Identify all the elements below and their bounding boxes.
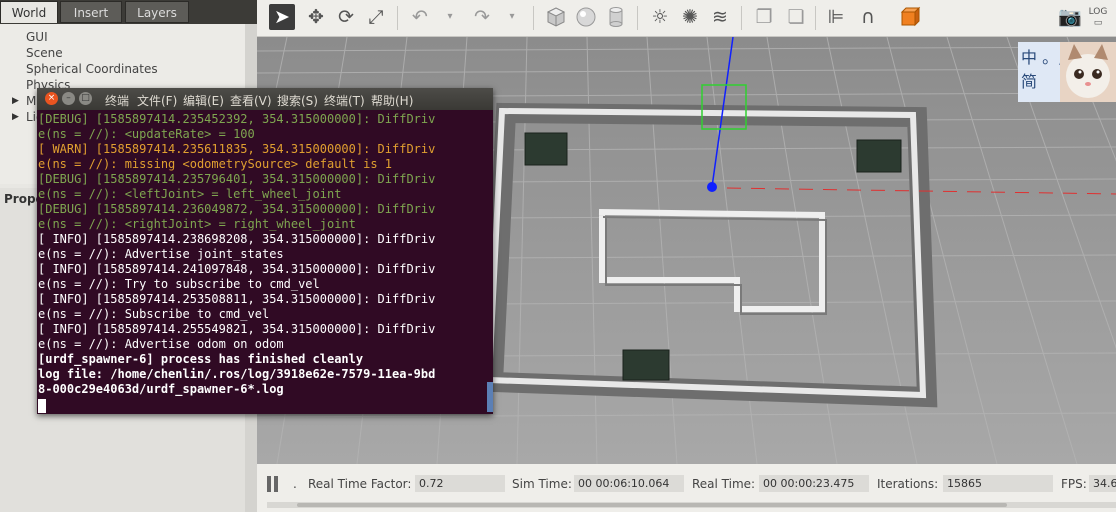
maximize-icon[interactable]: □: [79, 92, 92, 105]
expand-arrow-icon[interactable]: ▶: [12, 96, 19, 106]
terminal-line: [DEBUG] [1585897414.235452392, 354.31500…: [38, 112, 436, 126]
step-label[interactable]: .: [293, 477, 297, 491]
snap-magnet-icon[interactable]: ∩: [855, 4, 881, 30]
terminal-line: log file: /home/chenlin/.ros/log/3918e62…: [38, 367, 436, 381]
sun-light-icon[interactable]: ☼: [647, 4, 673, 30]
terminal-line: e(ns = //): <leftJoint> = left_wheel_joi…: [38, 187, 342, 201]
select-arrow-icon[interactable]: ➤: [269, 4, 295, 30]
iterations-value: 15865: [943, 475, 1053, 492]
ime-script-label: 简: [1021, 72, 1038, 91]
close-icon[interactable]: ×: [45, 92, 58, 105]
expand-arrow-icon[interactable]: ▶: [12, 112, 19, 122]
terminal-line: e(ns = //): missing <odometrySource> def…: [38, 157, 393, 171]
toolbar-separator: [533, 6, 534, 30]
chevron-down-icon[interactable]: ▾: [437, 4, 463, 30]
menu-help[interactable]: 帮助(H): [371, 92, 413, 109]
rotate-icon[interactable]: ⟳: [333, 4, 359, 30]
terminal-title: 终端: [105, 94, 130, 108]
terminal-line: [urdf_spawner-6] process has finished cl…: [38, 352, 364, 366]
copy-icon[interactable]: ❐: [751, 4, 777, 30]
tree-item-gui[interactable]: GUI: [26, 30, 48, 44]
terminal-line: [ INFO] [1585897414.253508811, 354.31500…: [38, 292, 436, 306]
terminal-line: e(ns = //): Try to subscribe to cmd_vel: [38, 277, 320, 291]
toolbar-separator: [741, 6, 742, 30]
undo-icon[interactable]: ↶: [407, 4, 433, 30]
sim-time-label: Sim Time:: [512, 477, 572, 491]
obstacle-box: [622, 349, 670, 381]
terminal-line: [ INFO] [1585897414.238698208, 354.31500…: [38, 232, 436, 246]
avatar: [1060, 42, 1116, 102]
cylinder-icon[interactable]: [603, 4, 629, 30]
terminal-line: e(ns = //): Subscribe to cmd_vel: [38, 307, 270, 321]
terminal-line: [ INFO] [1585897414.241097848, 354.31500…: [38, 262, 436, 276]
menu-view[interactable]: 查看(V): [230, 92, 272, 109]
menu-search[interactable]: 搜索(S): [277, 92, 318, 109]
horizontal-scrollbar[interactable]: [267, 502, 1116, 508]
box-icon[interactable]: [543, 4, 569, 30]
scale-icon[interactable]: ⤢: [363, 4, 389, 30]
toolbar-separator: [397, 6, 398, 30]
color-cube-icon[interactable]: [897, 4, 923, 30]
terminal-line: [ INFO] [1585897414.255549821, 354.31500…: [38, 322, 436, 336]
real-time-factor-label: Real Time Factor:: [308, 477, 412, 491]
fps-value: 34.6: [1089, 475, 1116, 492]
scrollbar-thumb[interactable]: [297, 503, 1007, 507]
tab-insert[interactable]: Insert: [60, 1, 122, 23]
align-icon[interactable]: ⊫: [823, 4, 849, 30]
panel-tabs: World Insert Layers: [0, 0, 257, 24]
toolbar: ➤ ✥ ⟳ ⤢ ↶ ▾ ↷ ▾ ☼ ✺ ≋ ❐ ❏ ⊫ ∩ 📷 LOG ▭: [257, 0, 1116, 37]
terminal-line: [DEBUG] [1585897414.236049872, 354.31500…: [38, 202, 436, 216]
terminal-line: [ WARN] [1585897414.235611835, 354.31500…: [38, 142, 436, 156]
terminal-line: e(ns = //): Advertise joint_states: [38, 247, 284, 261]
terminal-titlebar[interactable]: × – □ 终端 文件(F) 编辑(E) 查看(V) 搜索(S) 终端(T) 帮…: [37, 88, 493, 110]
terminal-line: e(ns = //): <updateRate> = 100: [38, 127, 255, 141]
toolbar-separator: [637, 6, 638, 30]
chevron-down-icon[interactable]: ▾: [499, 4, 525, 30]
terminal-window[interactable]: × – □ 终端 文件(F) 编辑(E) 查看(V) 搜索(S) 终端(T) 帮…: [37, 88, 493, 414]
redo-icon[interactable]: ↷: [469, 4, 495, 30]
terminal-line: e(ns = //): Advertise odom on odom: [38, 337, 284, 351]
status-bar: . Real Time Factor: 0.72 Sim Time: 00 00…: [257, 464, 1116, 512]
ime-widget[interactable]: 中 。, 简: [1018, 42, 1116, 102]
ime-mode-label: 中 。,: [1021, 48, 1064, 67]
iterations-label: Iterations:: [877, 477, 939, 491]
sim-time-value: 00 00:06:10.064: [574, 475, 684, 492]
sphere-icon[interactable]: [573, 4, 599, 30]
translate-icon[interactable]: ✥: [303, 4, 329, 30]
spot-light-icon[interactable]: ≋: [707, 4, 733, 30]
terminal-line: [DEBUG] [1585897414.235796401, 354.31500…: [38, 172, 436, 186]
obstacle-box: [856, 139, 902, 173]
menu-edit[interactable]: 编辑(E): [183, 92, 224, 109]
point-light-icon[interactable]: ✺: [677, 4, 703, 30]
toolbar-separator: [815, 6, 816, 30]
real-time-label: Real Time:: [692, 477, 756, 491]
terminal-cursor: [38, 399, 46, 413]
ime-text: 中 。, 简: [1021, 46, 1063, 94]
menu-file[interactable]: 文件(F): [137, 92, 177, 109]
minimize-icon[interactable]: –: [62, 92, 75, 105]
tree-item-scene[interactable]: Scene: [26, 46, 63, 60]
terminal-output[interactable]: [DEBUG] [1585897414.235452392, 354.31500…: [38, 112, 490, 412]
menu-terminal[interactable]: 终端(T): [324, 92, 365, 109]
tab-world[interactable]: World: [0, 1, 58, 23]
window-edge: [487, 382, 493, 412]
pause-icon[interactable]: [267, 476, 271, 492]
real-time-factor-value: 0.72: [415, 475, 505, 492]
real-time-value: 00 00:00:23.475: [759, 475, 869, 492]
paste-icon[interactable]: ❏: [783, 4, 809, 30]
terminal-line: e(ns = //): <rightJoint> = right_wheel_j…: [38, 217, 356, 231]
pause-icon[interactable]: [274, 476, 278, 492]
fps-label: FPS:: [1061, 477, 1087, 491]
log-icon[interactable]: LOG ▭: [1085, 4, 1111, 30]
tree-item-spherical-coordinates[interactable]: Spherical Coordinates: [26, 62, 158, 76]
obstacle-box: [524, 132, 568, 166]
screenshot-icon[interactable]: 📷: [1057, 4, 1083, 30]
terminal-line: 8-000c29e4063d/urdf_spawner-6*.log: [38, 382, 284, 396]
tab-layers[interactable]: Layers: [125, 1, 189, 23]
